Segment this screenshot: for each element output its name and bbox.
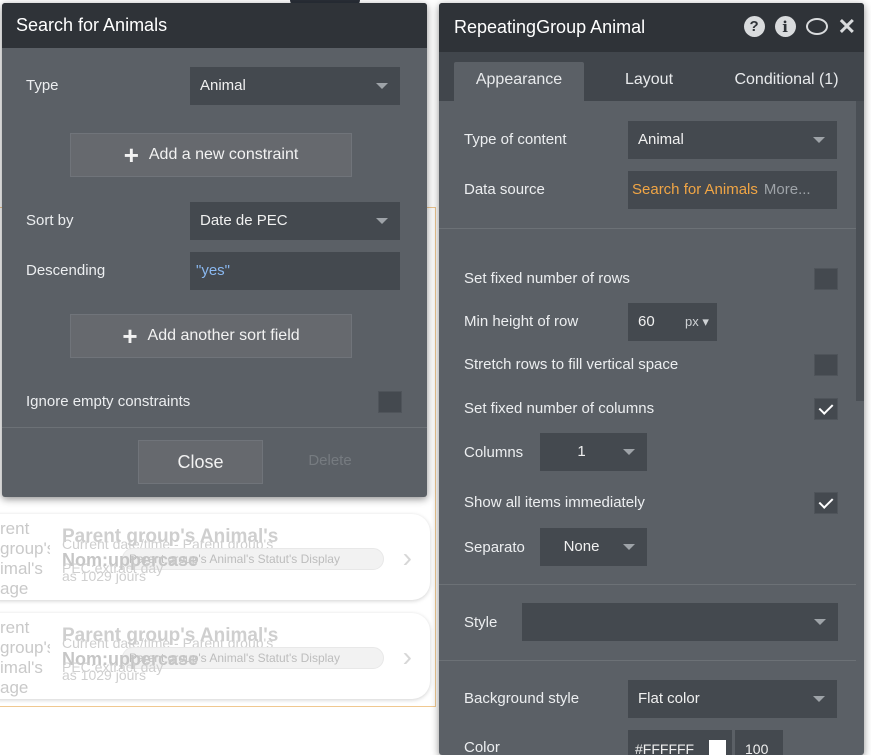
ignore-empty-checkbox[interactable] — [378, 391, 402, 413]
sort-by-label: Sort by — [26, 212, 74, 229]
search-editor-panel: Search for Animals Type Animal + Add a n… — [2, 3, 427, 497]
color-label: Color — [464, 739, 500, 755]
tab-appearance[interactable]: Appearance — [454, 62, 584, 101]
repeating-group-cell[interactable]: rent group's imal's age Parent group's A… — [0, 514, 430, 600]
min-height-unit[interactable]: px ▾ — [685, 314, 709, 330]
help-icon[interactable]: ? — [743, 16, 765, 37]
repeating-group-property-panel: RepeatingGroup Animal ? i ✕ Appearance L… — [439, 3, 864, 755]
columns-dropdown[interactable]: 1 — [540, 433, 647, 471]
stretch-rows-checkbox[interactable] — [814, 354, 838, 376]
close-button[interactable]: Close — [138, 440, 263, 484]
show-all-checkbox[interactable] — [814, 492, 838, 514]
show-all-label: Show all items immediately — [464, 494, 645, 511]
data-source-more[interactable]: More... — [764, 181, 811, 198]
separator-dropdown[interactable]: None — [540, 528, 647, 566]
stretch-rows-label: Stretch rows to fill vertical space — [464, 356, 679, 373]
columns-value: 1 — [577, 443, 586, 460]
close-button-label: Close — [177, 451, 224, 472]
close-icon[interactable]: ✕ — [838, 15, 856, 37]
min-height-value: 60 — [638, 313, 655, 330]
chevron-right-icon: › — [402, 641, 412, 672]
chevron-down-icon — [376, 218, 388, 224]
fixed-rows-label: Set fixed number of rows — [464, 270, 630, 287]
delete-button[interactable]: Delete — [290, 452, 370, 469]
repeating-group-cell[interactable]: rent group's imal's age Parent group's A… — [0, 613, 430, 699]
background-style-dropdown[interactable]: Flat color — [628, 680, 837, 718]
tab-layout[interactable]: Layout — [589, 62, 709, 101]
type-dropdown[interactable]: Animal — [190, 67, 400, 105]
fixed-rows-checkbox[interactable] — [814, 268, 838, 290]
separator-label: Separato — [464, 539, 525, 556]
panel-header[interactable]: Search for Animals — [2, 3, 427, 48]
columns-label: Columns — [464, 444, 524, 461]
type-of-content-value: Animal — [638, 131, 684, 148]
type-value: Animal — [200, 77, 246, 94]
divider — [2, 427, 427, 428]
chevron-down-icon — [814, 619, 826, 625]
style-dropdown[interactable] — [522, 603, 838, 641]
fixed-columns-checkbox[interactable] — [814, 398, 838, 420]
divider — [439, 584, 856, 585]
panel-title: Search for Animals — [16, 15, 168, 35]
panel-title: RepeatingGroup Animal — [454, 17, 646, 37]
info-icon[interactable]: i — [774, 16, 796, 37]
min-height-label: Min height of row — [464, 313, 579, 330]
add-constraint-label: Add a new constraint — [148, 146, 299, 163]
background-style-value: Flat color — [638, 690, 700, 707]
descending-input[interactable]: "yes" — [190, 252, 400, 290]
type-label: Type — [26, 77, 59, 94]
type-of-content-dropdown[interactable]: Animal — [628, 121, 837, 159]
plus-icon: + — [123, 140, 139, 170]
chevron-down-icon — [623, 544, 635, 550]
background-style-label: Background style — [464, 690, 580, 707]
cell-line: as 1029 jours — [62, 667, 147, 683]
ignore-empty-label: Ignore empty constraints — [26, 393, 191, 410]
sort-by-value: Date de PEC — [200, 212, 288, 229]
descending-value: "yes" — [196, 262, 230, 279]
data-source-field[interactable]: Search for Animals More... — [628, 171, 837, 209]
style-label: Style — [464, 614, 498, 631]
descending-label: Descending — [26, 262, 106, 279]
color-swatch[interactable] — [709, 740, 726, 755]
type-of-content-label: Type of content — [464, 131, 567, 148]
tab-conditional[interactable]: Conditional (1) — [714, 62, 859, 101]
panel-scrollbar[interactable] — [856, 101, 864, 401]
chevron-right-icon: › — [402, 542, 412, 573]
chevron-down-icon — [623, 449, 635, 455]
tab-bar: Appearance Layout Conditional (1) — [439, 52, 864, 101]
divider — [439, 660, 856, 661]
panel-header[interactable]: RepeatingGroup Animal ? i ✕ — [439, 3, 864, 52]
cell-side-text: rent group's imal's age — [0, 519, 50, 598]
plus-icon: + — [122, 321, 138, 351]
add-sort-field-button[interactable]: + Add another sort field — [70, 314, 352, 358]
color-opacity-input[interactable]: 100 — [735, 730, 783, 755]
separator-value: None — [563, 538, 600, 555]
add-sort-field-label: Add another sort field — [147, 327, 300, 344]
fixed-columns-label: Set fixed number of columns — [464, 400, 655, 417]
color-opacity-value: 100 — [745, 741, 769, 755]
cell-line: as 1029 jours — [62, 568, 147, 584]
add-constraint-button[interactable]: + Add a new constraint — [70, 133, 352, 177]
divider — [439, 228, 856, 229]
chevron-down-icon — [813, 696, 825, 702]
sort-by-dropdown[interactable]: Date de PEC — [190, 202, 400, 240]
chevron-down-icon — [376, 83, 388, 89]
data-source-expression[interactable]: Search for Animals — [632, 181, 758, 198]
comment-icon[interactable] — [805, 18, 828, 35]
data-source-label: Data source — [464, 181, 545, 198]
color-hex-value: #FFFFFF — [635, 741, 695, 755]
cell-side-text: rent group's imal's age — [0, 618, 50, 697]
chevron-down-icon — [813, 137, 825, 143]
